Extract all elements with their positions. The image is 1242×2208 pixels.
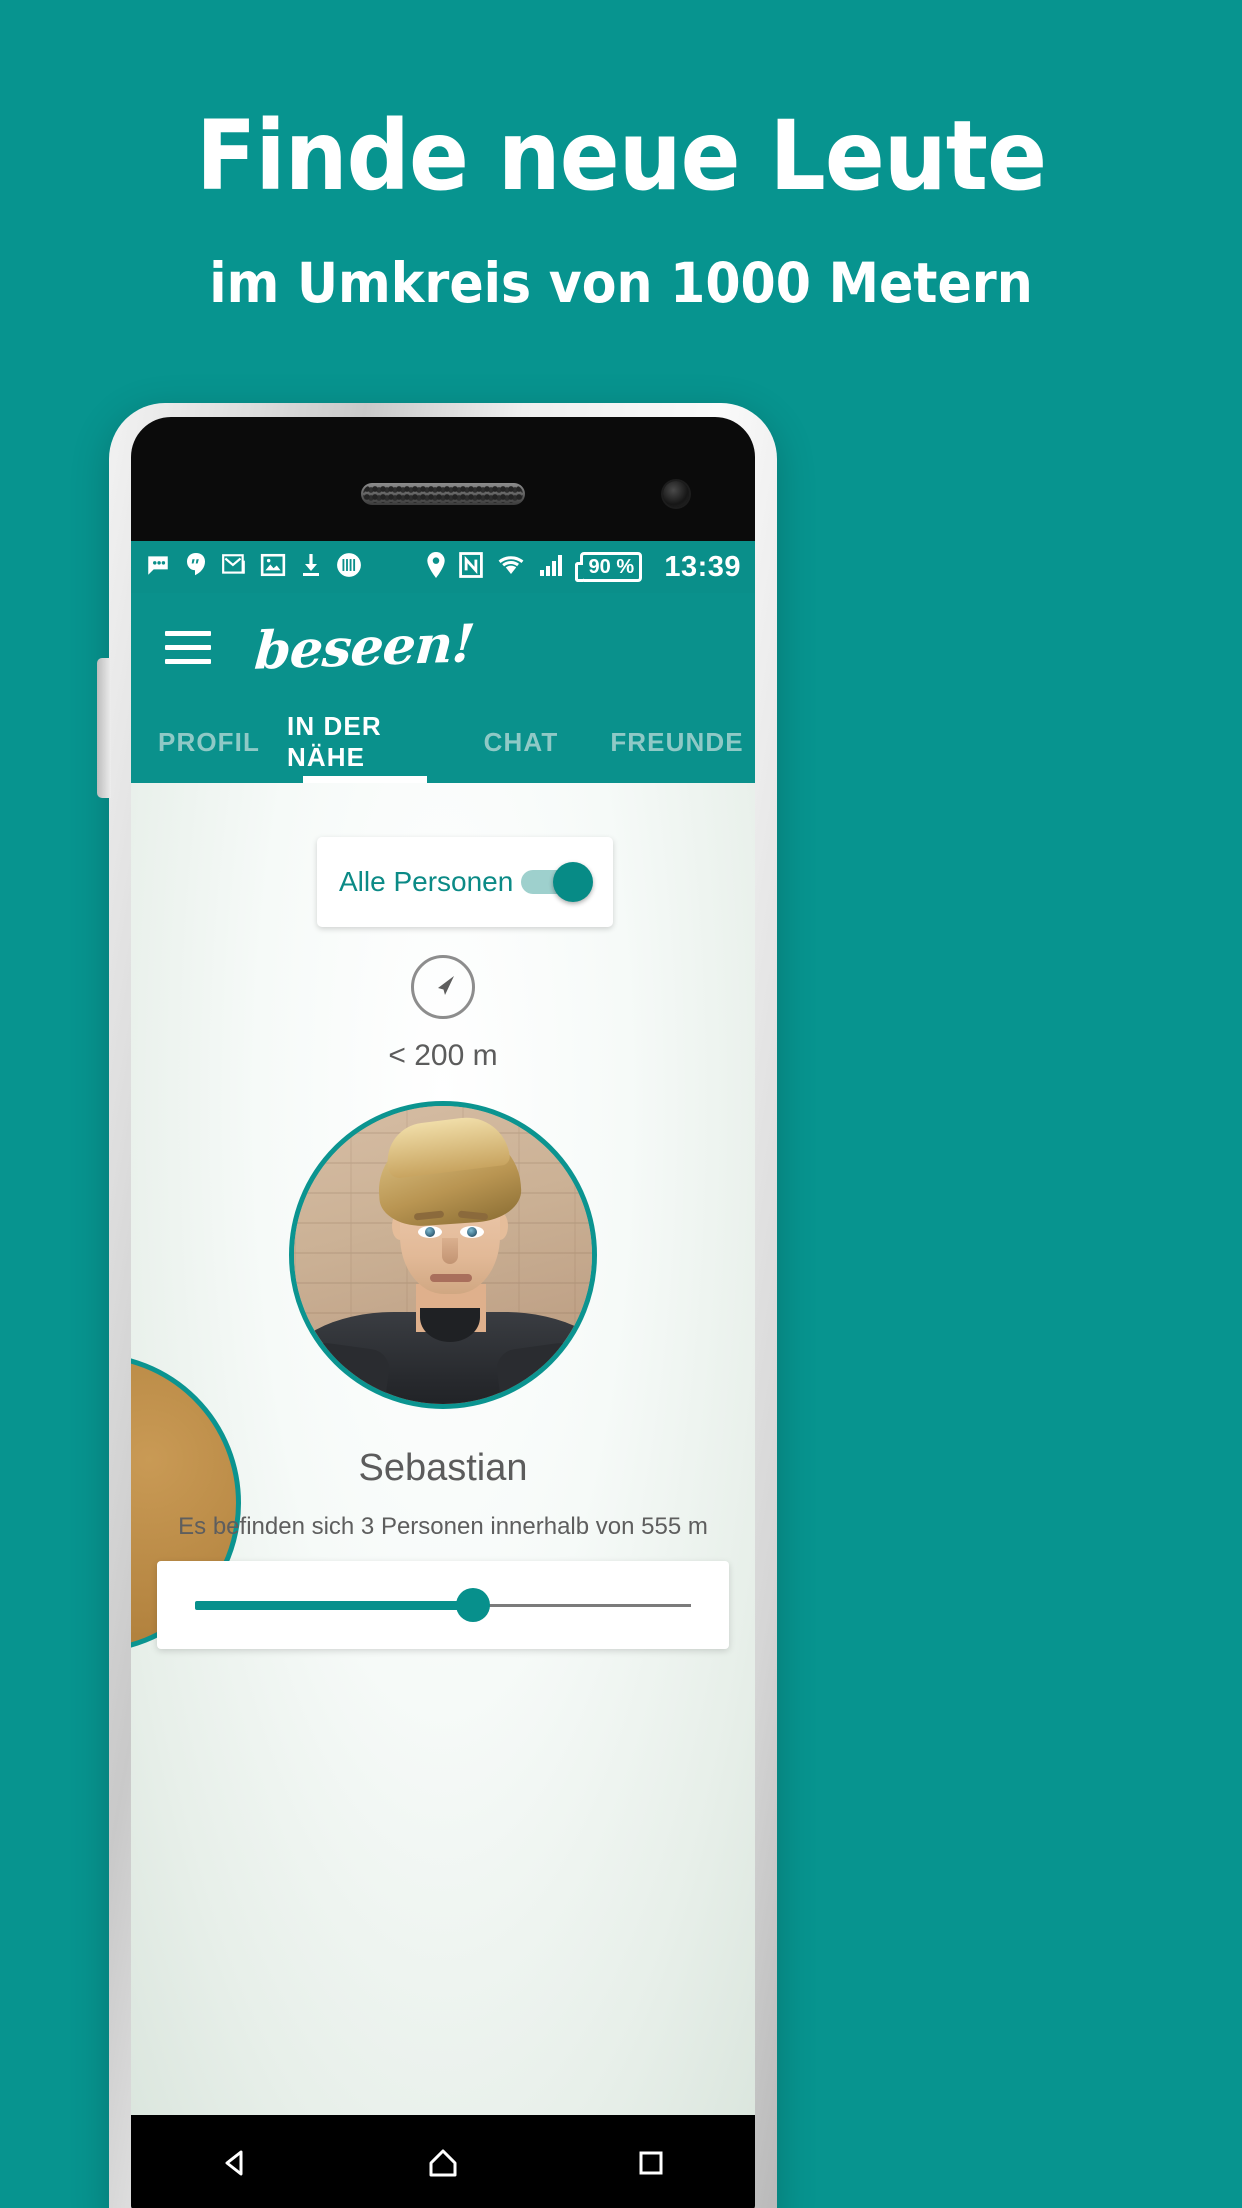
slider-thumb[interactable] xyxy=(455,1588,490,1622)
tab-chat[interactable]: CHAT xyxy=(443,701,599,783)
phone-mockup: 90 % 13:39 beseen! PROFIL IN DER NÄHE CH… xyxy=(97,403,777,2208)
phone-screen-glass: 90 % 13:39 beseen! PROFIL IN DER NÄHE CH… xyxy=(131,417,755,2208)
page-title: Finde neue Leute xyxy=(195,100,1047,212)
status-bar: 90 % 13:39 xyxy=(131,541,755,593)
front-camera-icon xyxy=(663,481,689,507)
signal-icon xyxy=(539,553,567,582)
compass-needle-icon xyxy=(411,955,475,1019)
battery-level-label: 90 % xyxy=(588,555,635,578)
phone-volume-button xyxy=(97,658,111,798)
hamburger-icon[interactable] xyxy=(165,630,211,664)
avatar-eye-right xyxy=(460,1226,484,1238)
back-nav-button[interactable] xyxy=(200,2128,270,2198)
app-screen: 90 % 13:39 beseen! PROFIL IN DER NÄHE CH… xyxy=(131,541,755,2115)
gmail-icon xyxy=(221,552,247,583)
tab-bar: PROFIL IN DER NÄHE CHAT FREUNDE xyxy=(131,701,755,783)
radius-slider[interactable] xyxy=(195,1585,691,1625)
home-nav-button[interactable] xyxy=(408,2128,478,2198)
download-icon xyxy=(299,552,323,583)
all-persons-toggle[interactable] xyxy=(521,862,593,902)
hangouts-icon xyxy=(184,552,208,583)
barcode-icon xyxy=(336,552,362,583)
tab-profil[interactable]: PROFIL xyxy=(131,701,287,783)
wifi-icon xyxy=(496,553,526,582)
distance-label: < 200 m xyxy=(388,1039,498,1072)
photos-icon xyxy=(260,553,286,582)
location-pin-icon xyxy=(426,551,446,583)
avatar-nose xyxy=(442,1238,458,1264)
android-nav-bar xyxy=(131,2115,755,2208)
slider-fill xyxy=(195,1600,473,1610)
app-bar: beseen! xyxy=(131,593,755,701)
recents-nav-button[interactable] xyxy=(616,2128,686,2198)
tab-in-der-naehe[interactable]: IN DER NÄHE xyxy=(287,701,443,783)
avatar-eye-left xyxy=(418,1226,442,1238)
avatar-mouth xyxy=(430,1274,472,1282)
nfc-icon xyxy=(459,551,484,583)
filter-card[interactable]: Alle Personen xyxy=(317,837,613,927)
status-bar-system-icons: 90 % 13:39 xyxy=(426,551,741,584)
page-subtitle: im Umkreis von 1000 Metern xyxy=(209,251,1033,315)
status-bar-clock: 13:39 xyxy=(664,550,741,583)
radius-slider-card xyxy=(157,1561,729,1649)
tab-freunde[interactable]: FREUNDE xyxy=(599,701,755,783)
battery-icon: 90 % xyxy=(575,552,643,582)
earpiece-speaker-icon xyxy=(361,483,525,505)
person-name: Sebastian xyxy=(358,1447,528,1489)
app-logo: beseen! xyxy=(252,612,477,682)
status-bar-notification-icons xyxy=(145,552,426,583)
toggle-knob xyxy=(553,862,593,902)
person-info-text: Es befinden sich 3 Personen innerhalb vo… xyxy=(178,1513,708,1540)
promo-header: Finde neue Leute im Umkreis von 1000 Met… xyxy=(0,0,1242,311)
filter-label: Alle Personen xyxy=(339,866,514,897)
messages-icon xyxy=(145,552,171,583)
avatar[interactable] xyxy=(289,1101,597,1409)
nearby-content: Alle Personen < 200 m Sebastian Es befin… xyxy=(131,783,755,2115)
